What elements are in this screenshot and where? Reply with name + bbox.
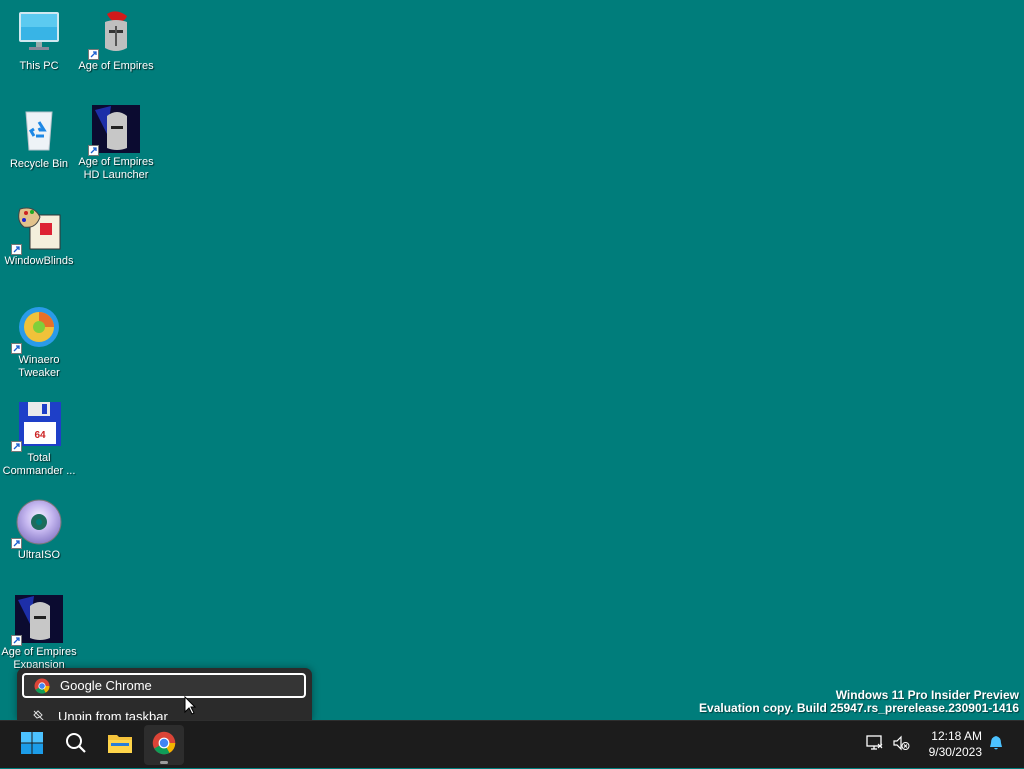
watermark-line-2: Evaluation copy. Build 25947.rs_prerelea… [699,701,1019,715]
evaluation-watermark: Windows 11 Pro Insider Preview Evaluatio… [699,689,1019,715]
desktop-icon-label: Recycle Bin [9,158,69,170]
paint-palette-icon [11,203,64,255]
desktop-icon-label: UltraISO [17,549,61,561]
folder-icon [107,732,133,759]
shortcut-arrow-icon [11,441,22,452]
shortcut-arrow-icon [11,538,22,549]
volume-muted-icon[interactable] [892,735,910,756]
desktop-icon-this-pc[interactable]: This PC [0,8,78,73]
disc-icon [11,497,64,549]
desktop-icon-label: This PC [19,60,59,72]
shortcut-arrow-icon [88,49,99,60]
computer-icon [14,8,64,58]
notification-button[interactable] [984,725,1008,765]
taskbar: 12:18 AM 9/30/2023 [0,720,1024,768]
chrome-jump-list: Google Chrome Unpin from taskbar [17,668,312,720]
desktop-icon-age-of-empires[interactable]: Age of Empires [77,8,155,73]
winaero-icon [11,302,64,354]
running-indicator [160,761,168,764]
desktop-icon-total-commander[interactable]: 64 Total Commander ... [0,400,78,478]
search-icon [64,731,88,760]
desktop-icon-winaero-tweaker[interactable]: Winaero Tweaker [0,302,78,380]
taskbar-clock[interactable]: 12:18 AM 9/30/2023 [929,728,982,760]
shortcut-arrow-icon [11,244,22,255]
knight-helmet-icon [11,594,64,646]
jumplist-item-google-chrome[interactable]: Google Chrome [22,673,306,698]
helmet-icon [88,8,141,60]
desktop-icon-aoe-expansion[interactable]: Age of Empires Expansion [0,594,78,672]
notification-bell-icon [988,735,1004,756]
file-explorer-button[interactable] [100,725,140,765]
chrome-taskbar-button[interactable] [144,725,184,765]
svg-text:64: 64 [34,430,46,441]
shortcut-arrow-icon [88,145,99,156]
chrome-icon [34,678,50,694]
jumplist-item-unpin[interactable]: Unpin from taskbar [22,704,306,720]
shortcut-arrow-icon [11,635,22,646]
search-button[interactable] [56,725,96,765]
knight-helmet-icon [88,104,141,156]
network-icon[interactable] [866,734,884,756]
unpin-icon [32,709,48,720]
jumplist-item-label: Google Chrome [60,678,152,693]
jumplist-item-label: Unpin from taskbar [58,709,168,720]
desktop-icon-label: Total Commander ... [2,452,76,477]
windows-start-icon [20,731,44,760]
chrome-icon [152,731,176,760]
clock-time: 12:18 AM [931,729,982,743]
desktop[interactable]: This PC Age of Empires Recycle Bin Age o… [0,0,1024,720]
clock-date: 9/30/2023 [928,745,982,759]
floppy-disk-icon: 64 [11,400,64,452]
desktop-icon-windowblinds[interactable]: WindowBlinds [0,203,78,268]
desktop-icon-aoe-hd-launcher[interactable]: Age of Empires HD Launcher [77,104,155,182]
mouse-cursor-icon [184,695,197,721]
system-tray [866,721,910,769]
desktop-icon-recycle-bin[interactable]: Recycle Bin [0,106,78,171]
desktop-icon-label: Age of Empires HD Launcher [78,156,154,181]
desktop-icon-ultraiso[interactable]: UltraISO [0,497,78,562]
desktop-icon-label: Winaero Tweaker [18,354,60,379]
desktop-icon-label: WindowBlinds [4,255,74,267]
shortcut-arrow-icon [11,343,22,354]
desktop-icon-label: Age of Empires [78,60,154,72]
start-button[interactable] [12,725,52,765]
recycle-bin-icon [14,106,64,156]
